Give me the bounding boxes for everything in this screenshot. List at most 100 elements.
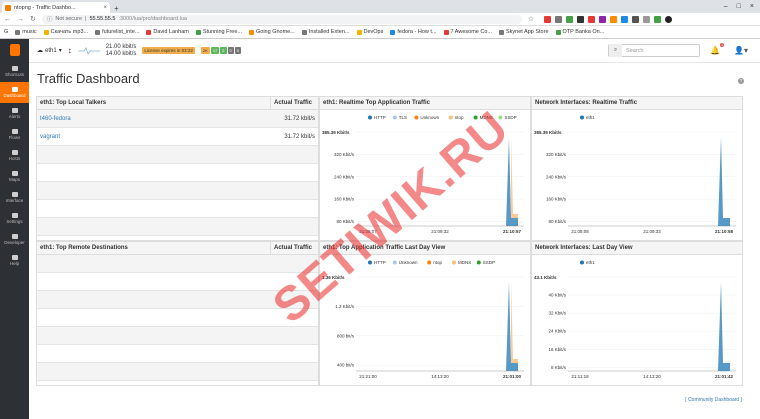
traffic-value: 31.72 kbit/s (284, 133, 315, 140)
extension-icon[interactable] (588, 15, 596, 23)
series-area (511, 281, 518, 363)
area-chart: eth1 385.39 Kbit/s 320 Kbit/s 240 Kbit/s 160… (534, 115, 736, 234)
search-icon[interactable]: ⌕ (609, 44, 623, 57)
window-controls: – □ × (718, 0, 760, 13)
bookmark-star-icon[interactable]: ☆ (528, 15, 534, 23)
browser-tab[interactable]: ntopng - Traffic Dashbo... × (2, 2, 110, 13)
bookmark-item[interactable]: OTP Banka On... (555, 29, 604, 35)
extension-icon[interactable] (654, 15, 662, 23)
chart-legend: eth1 (580, 115, 595, 120)
tab-title: ntopng - Traffic Dashbo... (14, 4, 76, 11)
bookmark-item[interactable]: Stunning Free... (195, 29, 242, 35)
chart-legend: HTTP TLS Unknown ntop MDNS SSDP (368, 115, 517, 120)
bookmark-item[interactable]: G (4, 29, 8, 35)
maximize-icon[interactable]: □ (737, 3, 741, 10)
search-input[interactable]: Search (622, 48, 643, 54)
y-max-label: 43.1 Kbit/s (534, 275, 557, 280)
extension-icon[interactable] (599, 15, 607, 23)
sidebar-item-settings[interactable]: Settings (0, 208, 29, 229)
x-tick-label: 21:21:00 (359, 374, 377, 379)
legend-swatch (452, 260, 456, 265)
sidebar-item-flows[interactable]: Flows (0, 124, 29, 145)
status-badge[interactable]: 0 (227, 47, 234, 54)
extension-icon[interactable] (610, 15, 618, 23)
bookmark-item[interactable]: Skynet App Store (499, 29, 549, 35)
user-menu-icon[interactable]: 👤▾ (730, 46, 752, 55)
bookmark-item[interactable]: fedora - How t... (390, 29, 437, 35)
legend-swatch (448, 115, 453, 120)
interface-selector[interactable]: ☁ eth1 ▾ (37, 47, 62, 55)
status-badge[interactable]: 17 (210, 47, 220, 54)
status-badge[interactable]: 2K (200, 47, 210, 54)
host-link[interactable]: t460-fedora (37, 116, 270, 122)
throughput-readout: 21.00 kbit/s 14.00 kbit/s (105, 44, 137, 57)
table-row (37, 273, 318, 291)
legend-swatch (498, 115, 503, 120)
bookmark-item[interactable]: 7 Awesome Co... (443, 29, 492, 35)
y-max-label: 1.36 Kbit/s (322, 275, 345, 280)
sidebar-item-interface[interactable]: Interface (0, 187, 29, 208)
sidebar-item-dashboard[interactable]: Dashboard (0, 82, 29, 103)
legend-label: Unknown (420, 115, 439, 120)
panel-title: Network Interfaces: Realtime Traffic (532, 97, 742, 110)
community-dashboard-link[interactable]: [ Community Dashboard ] (685, 397, 742, 403)
new-tab-button[interactable]: + (110, 4, 123, 13)
status-badge[interactable]: 0 (234, 47, 241, 54)
extension-icon[interactable] (577, 15, 585, 23)
extension-icon[interactable] (555, 15, 563, 23)
table-row (37, 309, 318, 327)
x-tick-label: 14:13:20 (431, 374, 449, 379)
bookmark-item[interactable]: music (15, 29, 37, 35)
close-window-icon[interactable]: × (750, 3, 754, 10)
bookmark-item[interactable]: Скачать mp3... (43, 29, 88, 35)
back-icon[interactable]: ← (4, 16, 11, 23)
alerts-bell-icon[interactable]: 🔔 1 (706, 43, 725, 55)
y-tick-label: 320 Kbit/s (334, 152, 355, 157)
bookmark-item[interactable]: DevOps (356, 29, 383, 35)
x-tick-label: 14:13:20 (643, 374, 661, 379)
chart-legend: eth1 (580, 260, 595, 265)
table-row (37, 255, 318, 273)
extension-icon[interactable] (621, 15, 629, 23)
ntopng-logo[interactable] (0, 39, 29, 61)
bookmark-item[interactable]: futurelist_inte... (95, 29, 139, 35)
reload-icon[interactable]: ↻ (30, 15, 36, 23)
forward-icon[interactable]: → (17, 16, 24, 23)
legend-label: SSDP (504, 115, 516, 120)
destinations-table (37, 255, 318, 381)
sidebar-item-shortcuts[interactable]: Shortcuts (0, 61, 29, 82)
panel-title: eth1: Top Remote Destinations (40, 245, 128, 251)
y-tick-label: 8 Kbit/s (551, 365, 567, 370)
extension-icon[interactable] (632, 15, 640, 23)
host-link[interactable]: vagrant (37, 134, 270, 140)
extension-icon[interactable] (566, 15, 574, 23)
minimize-icon[interactable]: – (724, 3, 728, 10)
legend-swatch (368, 260, 372, 265)
search-box[interactable]: ⌕ Search (608, 44, 701, 57)
status-badge[interactable]: 2 (220, 47, 227, 54)
bookmark-item[interactable]: David Lanham (146, 29, 189, 35)
sidebar-item-alerts[interactable]: Alerts (0, 103, 29, 124)
help-icon[interactable]: ? (738, 78, 744, 84)
chart-container: eth1 43.1 Kbit/s 40 Kbit/s 32 Kbit/s 24 Kbit… (532, 255, 742, 385)
license-badge[interactable]: License expires in 03:22 (142, 47, 195, 54)
table-row: vagrant 31.72 kbit/s (37, 128, 318, 146)
bookmark-item[interactable]: Going Gnome... (249, 29, 295, 35)
sidebar-item-help[interactable]: Help (0, 250, 29, 271)
close-tab-icon[interactable]: × (103, 5, 107, 11)
hosts-icon (11, 150, 18, 155)
series-area (718, 282, 730, 371)
dashboard-icon (11, 87, 18, 92)
url-field[interactable]: ⓘ Not secure | 55.55.55.5:3000/lua/pro/d… (41, 14, 522, 24)
bookmark-item[interactable]: Installed Exten... (301, 29, 350, 35)
sidebar-item-maps[interactable]: Maps (0, 166, 29, 187)
interface-icon (11, 192, 18, 197)
talkers-table: t460-fedora 31.72 kbit/s vagrant 31.72 kbi… (37, 110, 318, 236)
profile-avatar[interactable] (665, 15, 673, 23)
extension-icon[interactable] (544, 15, 552, 23)
legend-label: MDNS (480, 115, 493, 120)
sidebar-item-hosts[interactable]: Hosts (0, 145, 29, 166)
extension-icon[interactable] (643, 15, 651, 23)
sidebar-item-developer[interactable]: Developer (0, 229, 29, 250)
address-bar-row: ← → ↻ ⓘ Not secure | 55.55.55.5:3000/lua… (0, 13, 760, 26)
